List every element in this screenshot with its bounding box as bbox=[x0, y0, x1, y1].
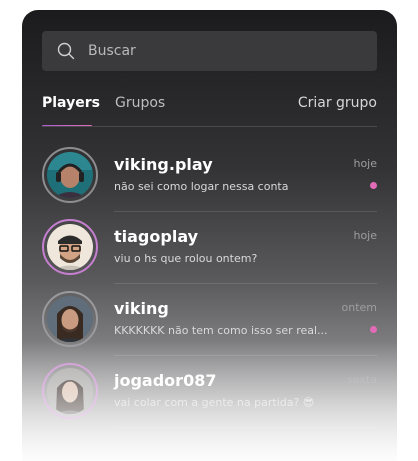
avatar bbox=[42, 291, 98, 347]
glasses-bearded-avatar-icon bbox=[47, 224, 93, 270]
tabs-divider bbox=[42, 126, 377, 127]
last-message: não sei como logar nessa conta bbox=[114, 180, 289, 193]
avatar bbox=[42, 363, 98, 419]
avatar bbox=[42, 219, 98, 275]
conversation-item[interactable]: viking KKKKKKK não tem como isso ser rea… bbox=[22, 284, 397, 356]
search-bar[interactable] bbox=[42, 31, 377, 71]
player-name: viking bbox=[114, 299, 169, 318]
tab-players[interactable]: Players bbox=[42, 94, 100, 112]
row-divider bbox=[114, 427, 377, 428]
last-message: viu o hs que rolou ontem? bbox=[114, 252, 258, 265]
message-time: hoje bbox=[353, 157, 377, 170]
conversation-item[interactable]: jogador087 vai colar com a gente na part… bbox=[22, 356, 397, 428]
chat-panel: Players Grupos Criar grupo bbox=[22, 10, 397, 461]
search-input[interactable] bbox=[88, 31, 368, 71]
last-message: vai colar com a gente na partida? 😎 bbox=[114, 396, 315, 409]
tab-groups[interactable]: Grupos bbox=[115, 94, 165, 112]
unread-indicator bbox=[370, 326, 377, 333]
last-message: KKKKKKK não tem como isso ser real... bbox=[114, 324, 328, 337]
tab-bar: Players Grupos Criar grupo bbox=[42, 94, 377, 128]
player-name: tiagoplay bbox=[114, 227, 199, 246]
conversation-item[interactable]: viking.play não sei como logar nessa con… bbox=[22, 140, 397, 212]
create-group-link[interactable]: Criar grupo bbox=[298, 94, 377, 112]
message-time: sexta bbox=[347, 373, 377, 386]
unread-indicator bbox=[370, 182, 377, 189]
message-time: hoje bbox=[353, 229, 377, 242]
conversation-item[interactable]: tiagoplay viu o hs que rolou ontem? hoje bbox=[22, 212, 397, 284]
player-name: jogador087 bbox=[114, 371, 217, 390]
conversation-list: viking.play não sei como logar nessa con… bbox=[22, 140, 397, 428]
long-hair-avatar-icon bbox=[47, 296, 93, 342]
woman-avatar-icon bbox=[47, 368, 93, 414]
gamer-headset-avatar-icon bbox=[47, 152, 93, 198]
player-name: viking.play bbox=[114, 155, 213, 174]
avatar bbox=[42, 147, 98, 203]
search-icon bbox=[57, 42, 75, 60]
message-time: ontem bbox=[341, 301, 378, 314]
